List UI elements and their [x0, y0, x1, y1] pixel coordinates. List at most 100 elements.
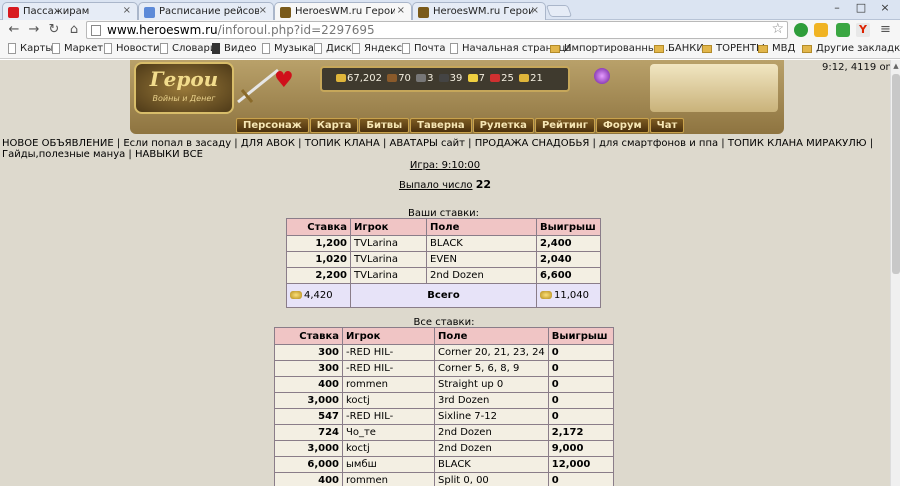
- field-cell: EVEN: [426, 251, 537, 268]
- gems-icon: [519, 74, 530, 82]
- bookmark-item[interactable]: Словари: [160, 43, 216, 54]
- gold-coin-icon: [540, 291, 552, 299]
- page-icon: [262, 43, 270, 54]
- crystal-value: 25: [501, 73, 514, 84]
- field-cell: Straight up 0: [434, 376, 549, 393]
- field-cell: Corner 20, 21, 23, 24: [434, 344, 549, 361]
- table-row: 1,200 TVLarina BLACK 2,400: [286, 235, 601, 252]
- bookmark-item[interactable]: Яндекс: [352, 43, 402, 54]
- bookmark-folder[interactable]: Другие закладки: [802, 43, 900, 54]
- home-icon[interactable]: ⌂: [66, 22, 82, 38]
- tab-3[interactable]: HeroesWM.ru Герои войн ×: [412, 2, 546, 20]
- bookmark-item[interactable]: Музыка: [262, 43, 314, 54]
- address-bar[interactable]: www.heroeswm.ru/inforoul.php?id=2297695 …: [86, 21, 788, 39]
- bookmark-star-icon[interactable]: ☆: [771, 21, 784, 37]
- close-icon[interactable]: ×: [123, 5, 131, 16]
- yandex-extension-icon[interactable]: Y: [856, 23, 870, 37]
- bookmark-item[interactable]: Видео: [212, 43, 257, 54]
- news-links[interactable]: НОВОЕ ОБЪЯВЛЕНИЕ | Если попал в засаду |…: [2, 138, 882, 160]
- col-win: Выигрыш: [547, 327, 615, 345]
- player-cell: -RED HIL-: [342, 408, 435, 425]
- game-time-link[interactable]: Игра: 9:10:00: [410, 160, 480, 171]
- health-heart-icon[interactable]: ♥: [274, 68, 294, 93]
- forward-arrow-icon[interactable]: →: [26, 22, 42, 38]
- bookmark-folder[interactable]: МВД: [758, 43, 795, 54]
- tab-label: Пассажирам: [23, 6, 90, 17]
- field-cell: Corner 5, 6, 8, 9: [434, 360, 549, 377]
- menu-character[interactable]: Персонаж: [236, 118, 309, 133]
- reload-icon[interactable]: ↻: [46, 22, 62, 38]
- game-logo[interactable]: Герои Войны и Денег: [134, 62, 234, 114]
- result-line: Выпало число 22: [0, 178, 890, 191]
- scroll-up-icon[interactable]: ▲: [892, 62, 900, 70]
- bookmark-label: БАНКИ: [668, 43, 704, 54]
- bookmark-item[interactable]: Маркет: [52, 43, 103, 54]
- news-links-text[interactable]: НОВОЕ ОБЪЯВЛЕНИЕ | Если попал в засаду |…: [2, 138, 873, 160]
- menu-forum[interactable]: Форум: [596, 118, 649, 133]
- minimize-icon[interactable]: –: [826, 0, 848, 16]
- close-window-icon[interactable]: ×: [874, 0, 896, 16]
- menu-rating[interactable]: Рейтинг: [534, 118, 595, 133]
- bet-cell: 2,200: [286, 267, 351, 284]
- bookmarks-bar: Карты Маркет Новости Словари Видео Музык…: [0, 40, 900, 59]
- tab-1[interactable]: Расписание рейсов из Уф ×: [138, 2, 274, 20]
- table-row: 400 rommen Straight up 00: [274, 376, 615, 393]
- bookmark-label: Видео: [224, 43, 257, 54]
- col-player: Игрок: [350, 218, 427, 236]
- player-cell: -RED HIL-: [342, 344, 435, 361]
- q-extension-icon[interactable]: [836, 23, 850, 37]
- close-icon[interactable]: ×: [531, 5, 539, 16]
- player-cell: ымбш: [342, 456, 435, 473]
- scrollbar-thumb[interactable]: [892, 74, 900, 274]
- table-row: 400 rommen Split 0, 00 0: [274, 472, 615, 486]
- mana-potion-icon[interactable]: [594, 68, 610, 84]
- back-arrow-icon[interactable]: ←: [6, 22, 22, 38]
- close-icon[interactable]: ×: [397, 5, 405, 16]
- result-label[interactable]: Выпало число: [399, 180, 473, 191]
- bookmark-folder[interactable]: БАНКИ: [654, 43, 704, 54]
- menu-map[interactable]: Карта: [309, 118, 359, 133]
- col-bet: Ставка: [286, 218, 351, 236]
- tab-2[interactable]: HeroesWM.ru Герои войн ×: [274, 2, 412, 21]
- green-extension-icon[interactable]: [794, 23, 808, 37]
- ore-resource: 3: [416, 73, 433, 84]
- ore-value: 3: [427, 73, 434, 84]
- total-win-cell: 11,040: [536, 283, 601, 308]
- player-cell: TVLarina: [350, 235, 427, 252]
- page-icon: [160, 43, 168, 54]
- bet-cell: 300: [274, 344, 343, 361]
- bookmark-item[interactable]: Почта: [402, 43, 446, 54]
- menu-roulette[interactable]: Рулетка: [472, 118, 534, 133]
- maximize-icon[interactable]: □: [850, 0, 872, 16]
- field-cell: Split 0, 00: [434, 472, 549, 486]
- url-path: /inforoul.php?id=2297695: [217, 23, 375, 37]
- menu-chat[interactable]: Чат: [649, 118, 685, 133]
- wood-resource: 70: [387, 73, 411, 84]
- resources-bar: 67,202 70 3 39 7 25 21: [320, 66, 570, 92]
- tab-0[interactable]: Пассажирам ×: [2, 2, 138, 20]
- page-scrollbar[interactable]: ▲: [890, 60, 900, 486]
- castle-image: [650, 64, 778, 112]
- win-cell: 0: [547, 344, 615, 361]
- col-player: Игрок: [342, 327, 435, 345]
- menu-icon[interactable]: ≡: [880, 23, 894, 37]
- menu-tavern[interactable]: Таверна: [410, 118, 472, 133]
- close-icon[interactable]: ×: [259, 5, 267, 16]
- field-cell: Sixline 7-12: [434, 408, 549, 425]
- bookmark-item[interactable]: Новости: [104, 43, 159, 54]
- sulfur-value: 7: [478, 73, 485, 84]
- bookmark-item[interactable]: Карты: [8, 43, 53, 54]
- page-icon: [352, 43, 360, 54]
- logo-title: Герои: [149, 67, 219, 91]
- crystal-icon: [490, 74, 501, 82]
- ore-icon: [416, 74, 427, 82]
- page-icon: [450, 43, 458, 54]
- bookmark-item[interactable]: Диск: [314, 43, 352, 54]
- bookmark-folder[interactable]: ТОРЕНТЫ: [702, 43, 765, 54]
- new-tab-button[interactable]: [545, 5, 573, 17]
- badge-extension-icon[interactable]: [814, 23, 828, 37]
- win-cell: 12,000: [547, 456, 615, 473]
- field-cell: 3rd Dozen: [434, 392, 549, 409]
- menu-battles[interactable]: Битвы: [359, 118, 410, 133]
- page-icon: [314, 43, 322, 54]
